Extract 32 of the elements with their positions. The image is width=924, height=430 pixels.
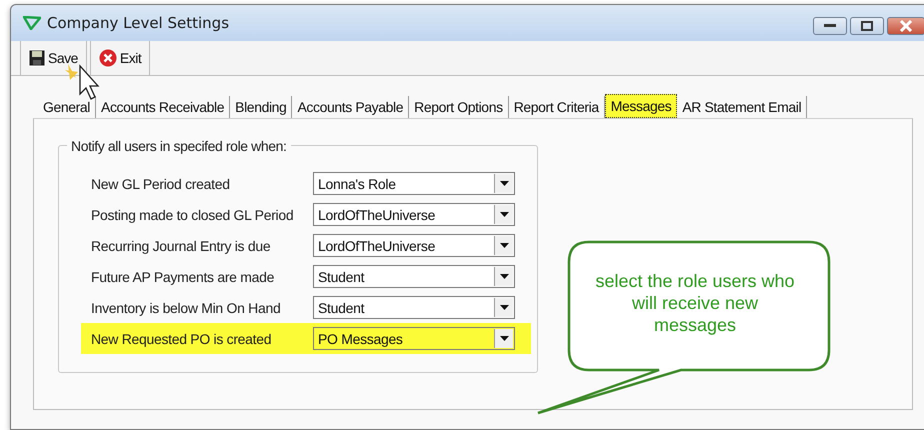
minimize-button[interactable] [813,17,847,35]
role-dropdown[interactable]: LordOfTheUniverse [313,203,515,226]
triangle-logo-icon [23,16,41,30]
dropdown-arrow-icon [500,305,508,310]
field-label: Posting made to closed GL Period [91,206,294,222]
window-title: Company Level Settings [47,14,230,32]
close-button[interactable] [887,17,924,35]
role-dropdown[interactable]: Student [313,296,515,319]
close-icon [899,20,913,32]
field-label: New Requested PO is created [91,330,272,346]
close-icon [98,49,117,67]
save-button[interactable]: Save [20,41,87,75]
dropdown-arrow-icon [500,336,508,341]
minimize-icon [824,24,836,28]
field-label: Recurring Journal Entry is due [91,238,272,254]
maximize-icon [861,21,873,31]
dropdown-arrow-icon [500,212,508,217]
group-title: Notify all users in specifed role when: [67,138,291,154]
field-label: Inventory is below Min On Hand [91,300,282,316]
maximize-button[interactable] [850,17,884,35]
exit-button[interactable]: Exit [90,41,150,75]
tab[interactable]: Messages [604,94,678,118]
role-dropdown[interactable]: LordOfTheUniverse [313,234,515,257]
field-label: New GL Period created [91,176,231,192]
callout-text: select the role users who will receive new messages [595,270,795,336]
role-dropdown[interactable]: PO Messages [313,327,515,350]
field-label: Future AP Payments are made [91,268,276,284]
role-dropdown[interactable]: Lonna's Role [313,172,515,195]
dropdown-arrow-icon [500,274,508,279]
role-dropdown[interactable]: Student [313,265,515,288]
dropdown-arrow-icon [500,181,508,186]
dropdown-arrow-icon [500,243,508,248]
